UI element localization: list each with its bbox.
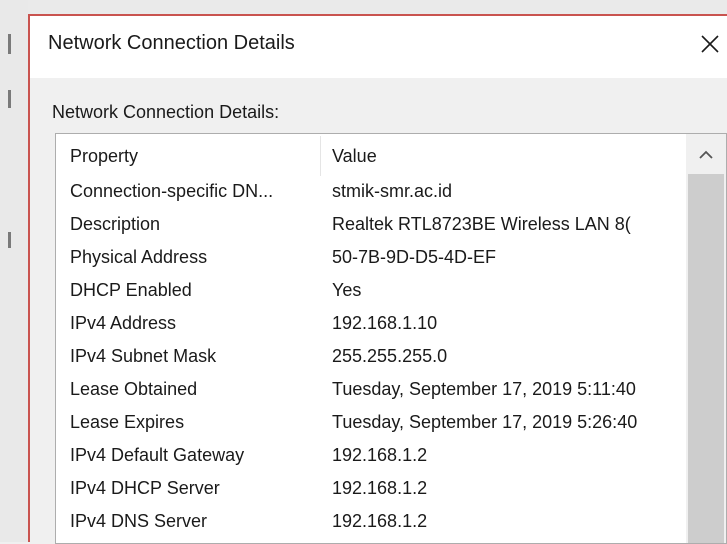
- scroll-thumb[interactable]: [688, 174, 724, 543]
- details-label: Network Connection Details:: [52, 102, 280, 122]
- property-cell: Description: [70, 214, 161, 234]
- background-tick: [8, 90, 11, 108]
- value-cell: Realtek RTL8723BE Wireless LAN 8(: [332, 214, 631, 234]
- property-cell: IPv4 DNS Server: [70, 511, 208, 531]
- value-cell: 50-7B-9D-D5-4D-EF: [332, 247, 497, 267]
- value-cell: stmik-smr.ac.id: [332, 181, 453, 201]
- chevron-up-icon: [699, 150, 713, 159]
- list-item[interactable]: Description Realtek RTL8723BE Wireless L…: [56, 211, 686, 244]
- list-header: Property Value: [56, 134, 686, 178]
- property-cell: DHCP Enabled: [70, 280, 192, 300]
- property-cell: IPv4 Subnet Mask: [70, 346, 217, 366]
- title-bar[interactable]: Network Connection Details: [30, 16, 727, 78]
- list-item[interactable]: IPv4 Default Gateway 192.168.1.2: [56, 442, 686, 475]
- value-cell: Tuesday, September 17, 2019 5:11:40: [332, 379, 636, 399]
- value-cell: 255.255.255.0: [332, 346, 448, 366]
- value-cell: Tuesday, September 17, 2019 5:26:40: [332, 412, 638, 432]
- list-item[interactable]: Physical Address 50-7B-9D-D5-4D-EF: [56, 244, 686, 277]
- list-item[interactable]: IPv4 DNS Server 192.168.1.2: [56, 508, 686, 541]
- details-list[interactable]: Property Value Connection-specific DN...…: [55, 133, 727, 544]
- property-cell: Lease Obtained: [70, 379, 198, 399]
- close-icon: [701, 35, 719, 53]
- value-cell: Yes: [332, 280, 362, 300]
- list-item[interactable]: IPv4 Subnet Mask 255.255.255.0: [56, 343, 686, 376]
- list-item[interactable]: IPv4 DHCP Server 192.168.1.2: [56, 475, 686, 508]
- vertical-scrollbar[interactable]: [686, 134, 726, 543]
- value-cell: 192.168.1.2: [332, 511, 428, 531]
- value-cell: 192.168.1.2: [332, 478, 428, 498]
- value-cell: 192.168.1.2: [332, 445, 428, 465]
- scroll-up-button[interactable]: [686, 134, 726, 174]
- list-rows: Connection-specific DN... stmik-smr.ac.i…: [56, 178, 686, 541]
- property-cell: Connection-specific DN...: [70, 181, 274, 201]
- background-window-edge: [0, 0, 28, 542]
- property-cell: Physical Address: [70, 247, 208, 267]
- list-item[interactable]: IPv4 Address 192.168.1.10: [56, 310, 686, 343]
- dialog-body: Network Connection Details: Property Val…: [30, 78, 727, 544]
- network-connection-details-dialog: Network Connection Details Network Conne…: [28, 14, 727, 544]
- list-item[interactable]: Lease Expires Tuesday, September 17, 201…: [56, 409, 686, 442]
- list-item[interactable]: Connection-specific DN... stmik-smr.ac.i…: [56, 178, 686, 211]
- background-tick: [8, 34, 11, 54]
- background-tick: [8, 232, 11, 248]
- close-button[interactable]: [693, 24, 727, 64]
- property-cell: IPv4 Default Gateway: [70, 445, 245, 465]
- property-cell: Lease Expires: [70, 412, 185, 432]
- column-header-property[interactable]: Property: [70, 146, 138, 167]
- window-title: Network Connection Details: [48, 32, 295, 54]
- property-cell: IPv4 Address: [70, 313, 177, 333]
- property-cell: IPv4 DHCP Server: [70, 478, 220, 498]
- column-header-value[interactable]: Value: [332, 146, 377, 167]
- value-cell: 192.168.1.10: [332, 313, 438, 333]
- list-item[interactable]: Lease Obtained Tuesday, September 17, 20…: [56, 376, 686, 409]
- column-divider[interactable]: [320, 136, 321, 176]
- list-item[interactable]: DHCP Enabled Yes: [56, 277, 686, 310]
- background-window-top: [0, 0, 727, 14]
